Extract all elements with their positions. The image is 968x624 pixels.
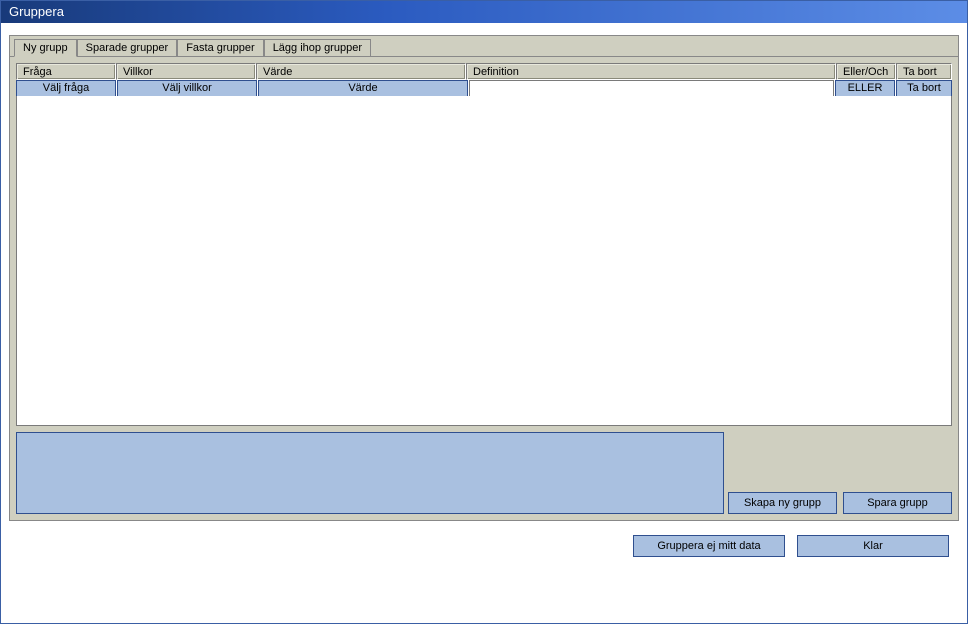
header-eller-och[interactable]: Eller/Och <box>836 63 896 80</box>
grid-header-row: Fråga Villkor Värde Definition Eller/Och… <box>16 63 952 80</box>
spara-grupp-button[interactable]: Spara grupp <box>843 492 952 514</box>
tab-sparade-grupper[interactable]: Sparade grupper <box>77 39 178 56</box>
grid-row: Välj fråga Välj villkor Värde ELLER Ta b… <box>16 80 952 97</box>
varde-button[interactable]: Värde <box>258 80 468 97</box>
tab-lagg-ihop-grupper[interactable]: Lägg ihop grupper <box>264 39 371 56</box>
tab-label: Fasta grupper <box>186 42 254 54</box>
window-title: Gruppera <box>9 4 64 19</box>
lower-strip: Skapa ny grupp Spara grupp <box>16 432 952 514</box>
valj-villkor-button[interactable]: Välj villkor <box>117 80 257 97</box>
tab-label: Sparade grupper <box>86 42 169 54</box>
summary-box <box>16 432 724 514</box>
filter-grid: Fråga Villkor Värde Definition Eller/Och… <box>16 63 952 426</box>
titlebar: Gruppera <box>1 1 967 23</box>
skapa-ny-grupp-button[interactable]: Skapa ny grupp <box>728 492 837 514</box>
tab-body: Fråga Villkor Värde Definition Eller/Och… <box>10 56 958 520</box>
bottom-bar: Gruppera ej mitt data Klar <box>9 521 959 565</box>
header-fraga[interactable]: Fråga <box>16 63 116 80</box>
klar-button[interactable]: Klar <box>797 535 949 557</box>
gruppera-ej-button[interactable]: Gruppera ej mitt data <box>633 535 785 557</box>
grid-body-empty <box>16 96 952 426</box>
header-villkor[interactable]: Villkor <box>116 63 256 80</box>
tab-ny-grupp[interactable]: Ny grupp <box>14 39 77 57</box>
header-varde[interactable]: Värde <box>256 63 466 80</box>
header-ta-bort[interactable]: Ta bort <box>896 63 952 80</box>
right-button-column: Skapa ny grupp Spara grupp <box>728 432 952 514</box>
eller-button[interactable]: ELLER <box>835 80 895 97</box>
tab-fasta-grupper[interactable]: Fasta grupper <box>177 39 263 56</box>
definition-cell[interactable] <box>469 80 834 97</box>
tabstrip: Ny grupp Sparade grupper Fasta grupper L… <box>10 36 958 56</box>
tab-label: Lägg ihop grupper <box>273 42 362 54</box>
client-area: Ny grupp Sparade grupper Fasta grupper L… <box>1 23 967 623</box>
window-frame: Gruppera Ny grupp Sparade grupper Fasta … <box>0 0 968 624</box>
tab-label: Ny grupp <box>23 42 68 54</box>
tab-panel: Ny grupp Sparade grupper Fasta grupper L… <box>9 35 959 521</box>
header-definition[interactable]: Definition <box>466 63 836 80</box>
valj-fraga-button[interactable]: Välj fråga <box>16 80 116 97</box>
ta-bort-button[interactable]: Ta bort <box>896 80 952 97</box>
